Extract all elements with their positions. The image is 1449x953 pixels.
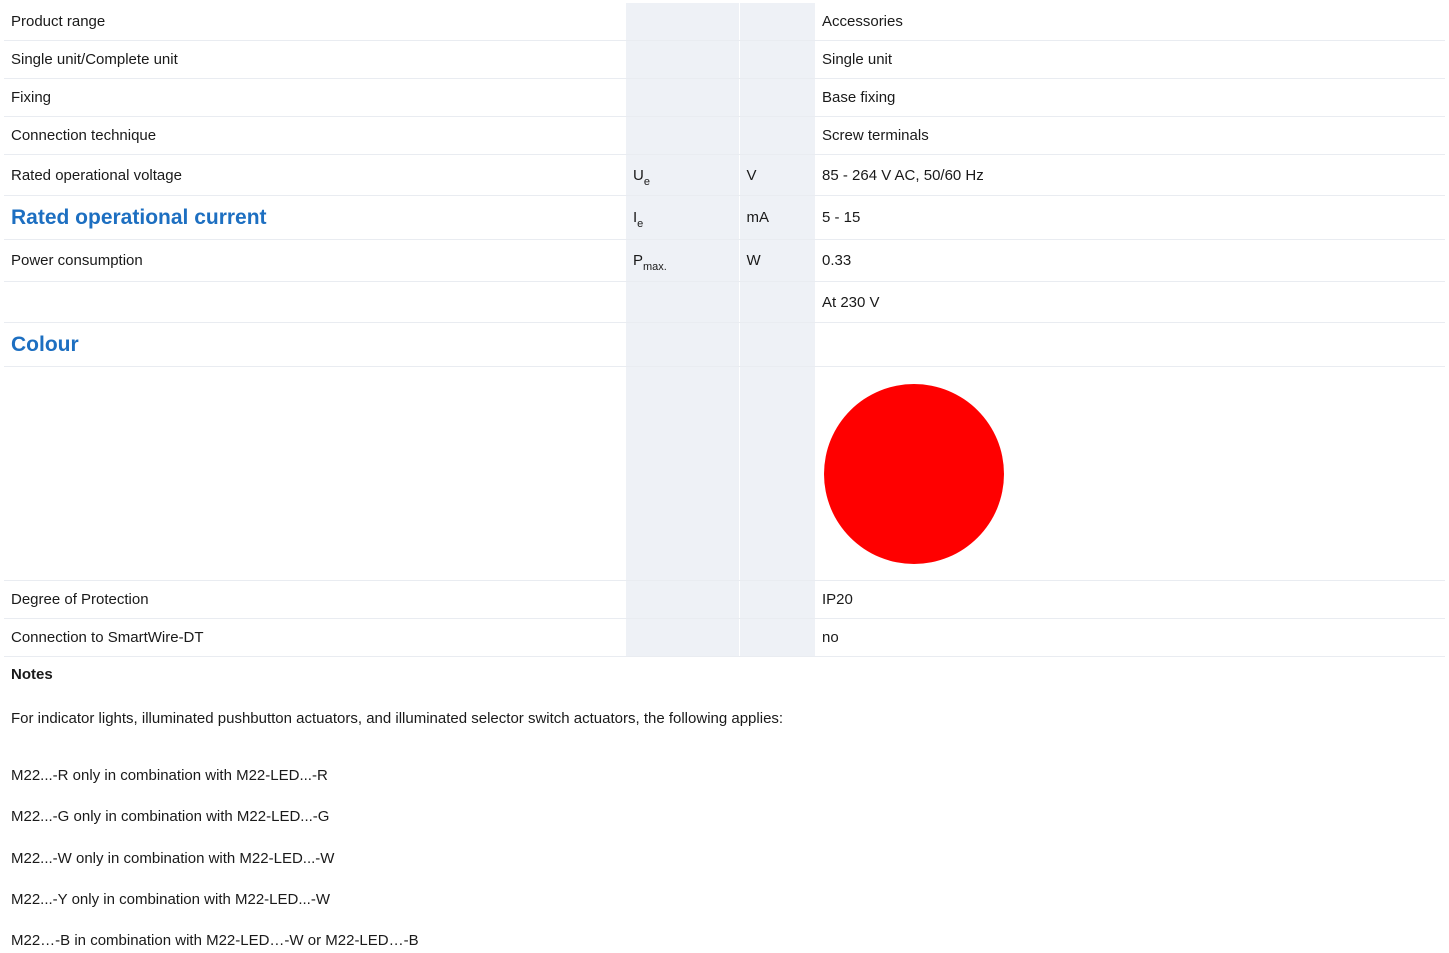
row-unit: mA — [739, 195, 815, 240]
notes-line: M22...-G only in combination with M22-LE… — [11, 808, 330, 825]
row-value: Screw terminals — [815, 116, 1445, 155]
symbol-main: U — [633, 166, 644, 184]
row-unit — [739, 40, 815, 79]
row-label: Single unit/Complete unit — [4, 40, 626, 79]
symbol-subscript: e — [637, 218, 644, 230]
row-unit — [739, 322, 815, 367]
notes-line: M22...-W only in combination with M22-LE… — [11, 850, 335, 867]
row-value: no — [815, 618, 1445, 657]
row-symbol — [626, 618, 740, 657]
row-label: Degree of Protection — [4, 580, 626, 619]
spec-sheet: Product range Accessories Single unit/Co… — [4, 3, 1445, 657]
row-symbol — [626, 322, 740, 367]
row-label: Fixing — [4, 78, 626, 117]
row-unit — [739, 3, 815, 41]
notes-title: Notes — [11, 666, 53, 683]
row-label-heading: Colour — [4, 322, 626, 367]
notes-line: M22...-R only in combination with M22-LE… — [11, 767, 328, 784]
table-row: Rated operational voltage Ue V 85 - 264 … — [4, 154, 1445, 196]
row-symbol — [626, 366, 740, 581]
row-unit — [739, 78, 815, 117]
row-value: 0.33 — [815, 239, 1445, 282]
row-value: Accessories — [815, 3, 1445, 41]
row-symbol: Pmax. — [626, 239, 740, 282]
notes-line: For indicator lights, illuminated pushbu… — [11, 710, 784, 727]
specifications-table: Product range Accessories Single unit/Co… — [4, 3, 1445, 657]
row-value — [815, 322, 1445, 367]
notes-line: M22…-B in combination with M22-LED…-W or… — [11, 932, 419, 949]
table-row: Connection technique Screw terminals — [4, 116, 1445, 155]
colour-swatch-red-circle — [824, 383, 1004, 564]
table-row: Connection to SmartWire-DT no — [4, 618, 1445, 657]
row-label: Rated operational voltage — [4, 154, 626, 196]
table-row: At 230 V — [4, 281, 1445, 323]
row-symbol — [626, 78, 740, 117]
symbol-main: P — [633, 252, 644, 269]
row-value: Base fixing — [815, 78, 1445, 117]
table-row: Colour — [4, 322, 1445, 367]
table-row: Fixing Base fixing — [4, 78, 1445, 117]
row-unit — [739, 116, 815, 155]
row-unit: W — [739, 239, 815, 282]
row-symbol — [626, 580, 740, 619]
row-label — [4, 281, 626, 323]
notes-line: M22...-Y only in combination with M22-LE… — [11, 891, 331, 908]
row-symbol — [626, 116, 740, 155]
table-row: Degree of Protection IP20 — [4, 580, 1445, 619]
row-symbol: Ue — [626, 154, 740, 196]
row-label: Connection technique — [4, 116, 626, 155]
symbol-subscript: max. — [643, 261, 667, 273]
row-label-heading: Rated operational current — [4, 195, 626, 240]
row-symbol — [626, 3, 740, 41]
row-symbol — [626, 40, 740, 79]
table-row: Single unit/Complete unit Single unit — [4, 40, 1445, 79]
row-value: At 230 V — [815, 281, 1445, 323]
row-label: Connection to SmartWire-DT — [4, 618, 626, 657]
row-symbol — [626, 281, 740, 323]
row-label: Product range — [4, 3, 626, 41]
row-unit: V — [739, 154, 815, 196]
row-label — [4, 366, 626, 581]
row-unit — [739, 580, 815, 619]
row-value — [815, 366, 1445, 581]
table-row-colour-swatch — [4, 366, 1445, 581]
row-value: 85 - 264 V AC, 50/60 Hz — [815, 154, 1445, 196]
row-value: IP20 — [815, 580, 1445, 619]
row-unit — [739, 281, 815, 323]
row-label: Power consumption — [4, 239, 626, 282]
row-symbol: Ie — [626, 195, 740, 240]
row-unit — [739, 366, 815, 581]
table-row: Rated operational current Ie mA 5 - 15 — [4, 195, 1445, 240]
row-unit — [739, 618, 815, 657]
table-row: Power consumption Pmax. W 0.33 — [4, 239, 1445, 282]
row-value: Single unit — [815, 40, 1445, 79]
row-value: 5 - 15 — [815, 195, 1445, 240]
table-row: Product range Accessories — [4, 3, 1445, 41]
symbol-subscript: e — [643, 175, 650, 188]
